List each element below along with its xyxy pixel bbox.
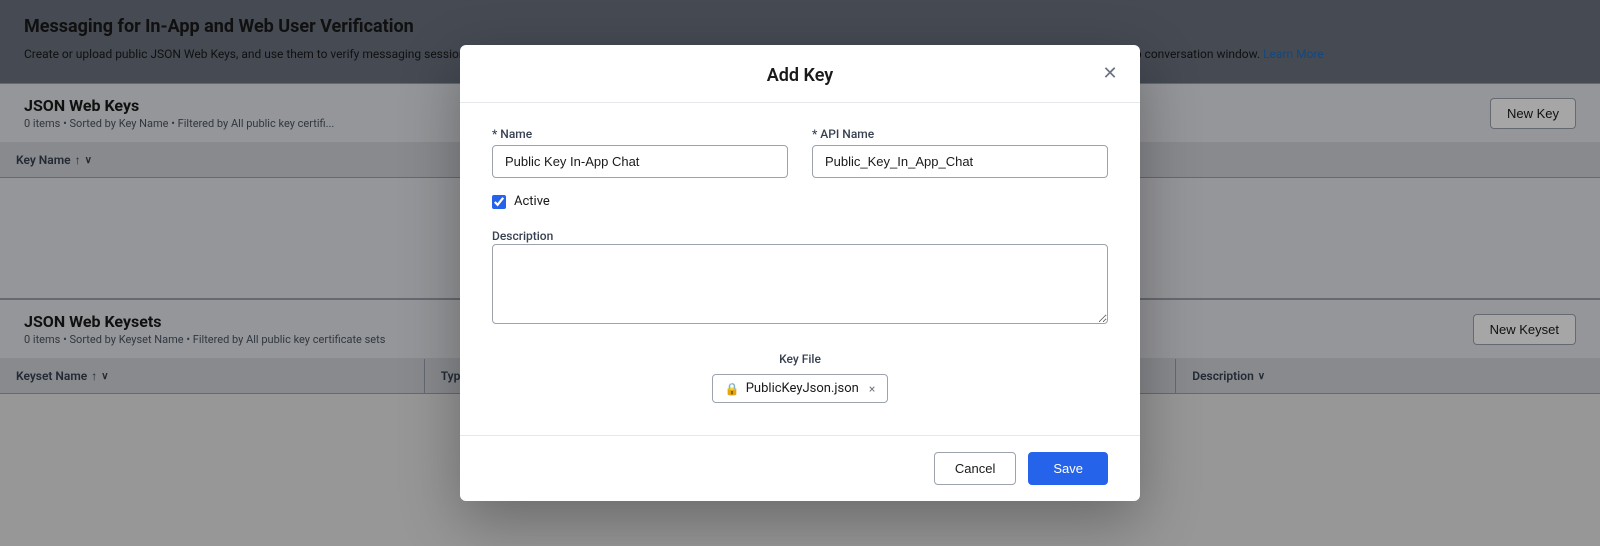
save-button[interactable]: Save [1028,452,1108,485]
key-file-name: PublicKeyJson.json [746,381,859,396]
modal-header: Add Key ✕ [460,45,1140,103]
api-name-input[interactable] [812,145,1108,178]
name-api-row: * Name * API Name [492,127,1108,178]
api-name-label: * API Name [812,127,1108,141]
name-group: * Name [492,127,788,178]
cancel-button[interactable]: Cancel [934,452,1016,485]
active-row: Active [492,194,1108,209]
active-checkbox[interactable] [492,195,506,209]
name-label: * Name [492,127,788,141]
key-file-label: Key File [779,352,821,366]
add-key-modal: Add Key ✕ * Name * API Name Active [460,45,1140,501]
modal-close-button[interactable]: ✕ [1096,60,1124,88]
description-group: Description [492,229,1108,328]
description-label: Description [492,229,553,243]
modal-overlay: Add Key ✕ * Name * API Name Active [0,0,1600,546]
key-file-section: Key File 🔒 PublicKeyJson.json × [492,352,1108,403]
page-background: Messaging for In-App and Web User Verifi… [0,0,1600,546]
file-tag: 🔒 PublicKeyJson.json × [712,374,888,403]
active-label: Active [514,194,550,209]
modal-body: * Name * API Name Active Description [460,103,1140,435]
description-textarea[interactable] [492,244,1108,324]
name-input[interactable] [492,145,788,178]
remove-file-icon[interactable]: × [869,382,875,396]
api-name-group: * API Name [812,127,1108,178]
lock-icon: 🔒 [725,382,740,396]
modal-footer: Cancel Save [460,435,1140,501]
modal-title: Add Key [767,65,833,86]
